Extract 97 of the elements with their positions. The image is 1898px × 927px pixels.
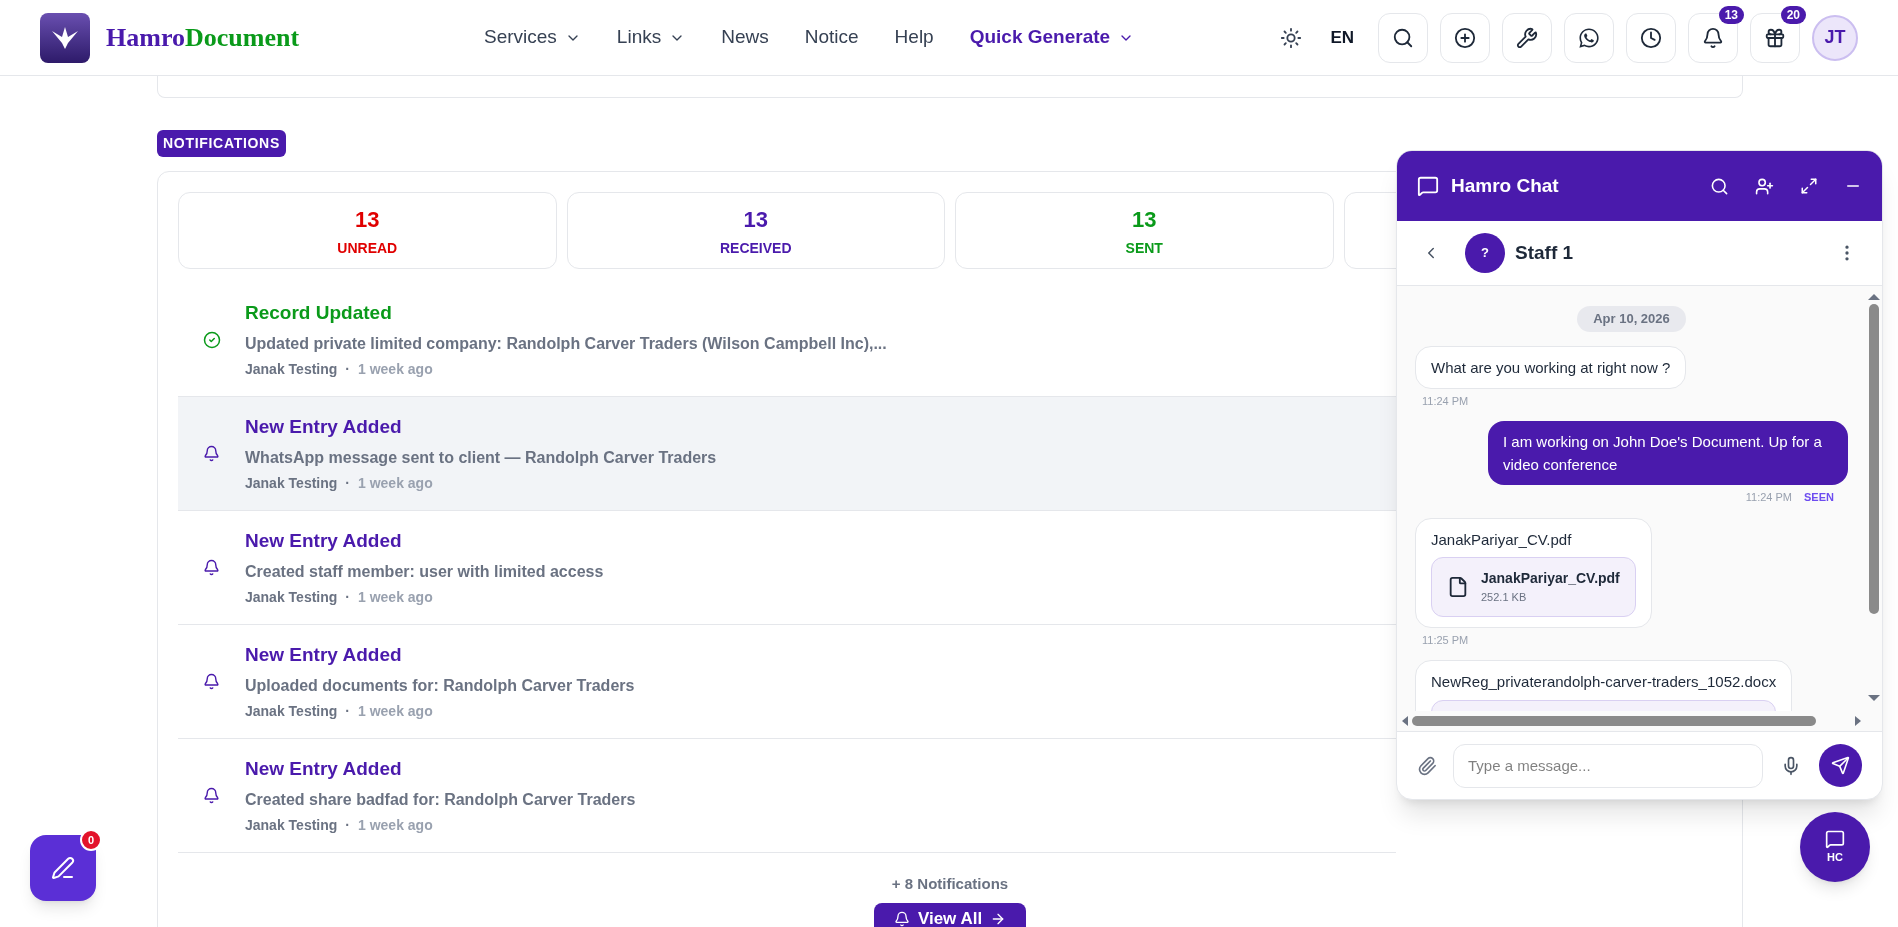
nav-menu-item[interactable]: Services [484,23,581,52]
paperclip-icon[interactable] [1417,755,1437,776]
stat-count: 13 [355,205,380,234]
pen-icon [51,856,75,880]
file-name: JanakPariyar_CV.pdf [1481,569,1620,588]
search-icon [1392,26,1414,49]
gift-icon [1764,26,1786,49]
nav-menu-item[interactable]: News [721,23,769,52]
nav-menu-item[interactable]: Links [616,23,686,52]
notification-title: New Entry Added [245,643,403,668]
nav-menu-item[interactable]: Help [894,23,934,52]
author-name: Janak Testing [245,473,338,493]
nav-menu-item[interactable]: Notice [804,23,859,52]
author-name: Janak Testing [245,815,338,835]
send-icon [1831,756,1850,775]
bell-icon [203,559,220,576]
sun-icon[interactable] [1280,26,1303,49]
clock-icon [1640,26,1662,49]
view-all-button[interactable]: View All [873,902,1027,927]
stat-card[interactable]: 13 SENT [955,192,1334,269]
separator-dot: · [345,815,350,835]
notification-message: Updated private limited company: Randolph Carver Traders (Wilson Campbell Inc),... [245,333,887,354]
timestamp: 1 week ago [358,815,433,835]
user-avatar[interactable]: JT [1812,14,1858,61]
stat-count: 13 [743,205,768,234]
language-toggle[interactable]: EN [1330,24,1354,51]
notification-title: New Entry Added [245,529,403,554]
file-caption: JanakPariyar_CV.pdf [1431,529,1573,550]
separator-dot: · [345,701,350,721]
stat-label: SENT [1125,238,1163,258]
file-size: 252.1 KB [1481,590,1528,605]
stat-label: RECEIVED [719,238,792,258]
bell-icon [1702,26,1724,49]
chat-launcher-button[interactable]: HC [1800,812,1870,882]
message-bubble: I am working on John Doe's Document. Up for a video conference [1488,421,1848,485]
bell-icon [203,445,220,462]
author-name: Janak Testing [245,359,338,379]
notification-title: Record Updated [245,301,393,326]
timestamp: 1 week ago [358,587,433,607]
add-button[interactable] [1440,12,1490,63]
contact-name: Staff 1 [1515,240,1575,265]
send-button[interactable] [1819,744,1862,787]
author-name: Janak Testing [245,701,338,721]
logo-icon[interactable] [40,12,90,63]
notification-message: WhatsApp message sent to client — Randolph Carver Traders [245,447,717,468]
file-caption: NewReg_privaterandolph-carver-traders_1052.docx [1431,672,1777,692]
tools-button[interactable] [1502,12,1552,63]
chat-title: Hamro Chat [1451,173,1560,198]
plus-circle-icon [1454,26,1476,49]
file-icon [1447,575,1469,598]
stat-card[interactable]: 13 UNREAD [178,192,557,269]
chat-bubble-phone-icon [1578,26,1600,49]
brand-name[interactable]: HamroDocument [106,18,300,57]
message-time: 11:24 PM [1745,490,1793,505]
separator-dot: · [345,473,350,493]
search-button[interactable] [1378,12,1428,63]
notification-row[interactable]: New Entry Added WhatsApp message sent to client — Randolph Carver Traders Janak Testing · 1 week ago [178,397,1396,511]
notification-message: Uploaded documents for: Randolph Carver Traders [245,675,635,696]
separator-dot: · [345,587,350,607]
add-user-icon[interactable] [1755,176,1774,196]
expand-icon[interactable] [1800,177,1818,195]
stat-card[interactable]: 13 RECEIVED [566,192,945,269]
contact-avatar: ? [1465,233,1505,273]
stat-count: 13 [1132,205,1157,234]
count-badge: 20 [1780,5,1806,24]
file-attachment[interactable]: JanakPariyar_CV.pdf 252.1 KB [1431,557,1636,617]
chat-bubble-icon [1825,828,1845,849]
bell-icon [203,787,220,804]
notification-title: New Entry Added [245,415,403,440]
message-bubble: What are you working at right now ? [1415,345,1687,389]
history-button[interactable] [1626,12,1676,63]
message-input[interactable]: Type a message... [1453,743,1763,788]
message-time: 11:25 PM [1422,632,1469,648]
timestamp: 1 week ago [358,359,433,379]
notification-title: New Entry Added [245,757,403,782]
check-circle-icon [202,330,221,349]
nav-menu-item[interactable]: Quick Generate [969,23,1135,52]
search-icon[interactable] [1710,176,1729,196]
separator-dot: · [345,359,350,379]
notification-message: Created staff member: user with limited access [245,561,604,582]
timestamp: 1 week ago [358,473,433,493]
microphone-icon[interactable] [1781,755,1801,776]
bell-icon [203,673,220,690]
count-badge: 0 [80,829,102,851]
section-title: NOTIFICATIONS [157,130,286,157]
stat-label: UNREAD [337,238,398,258]
author-name: Janak Testing [245,587,338,607]
timestamp: 1 week ago [358,701,433,721]
message-time: 11:24 PM [1422,393,1469,409]
more-count: + 8 Notifications [891,874,1009,894]
notification-message: Created share badfad for: Randolph Carver Traders [245,789,636,810]
seen-status: SEEN [1804,490,1834,505]
bell-icon [893,910,910,927]
whatsapp-button[interactable] [1564,12,1614,63]
wrench-icon [1516,26,1538,49]
chat-bubble-icon [1417,175,1439,197]
count-badge: 13 [1718,5,1744,24]
